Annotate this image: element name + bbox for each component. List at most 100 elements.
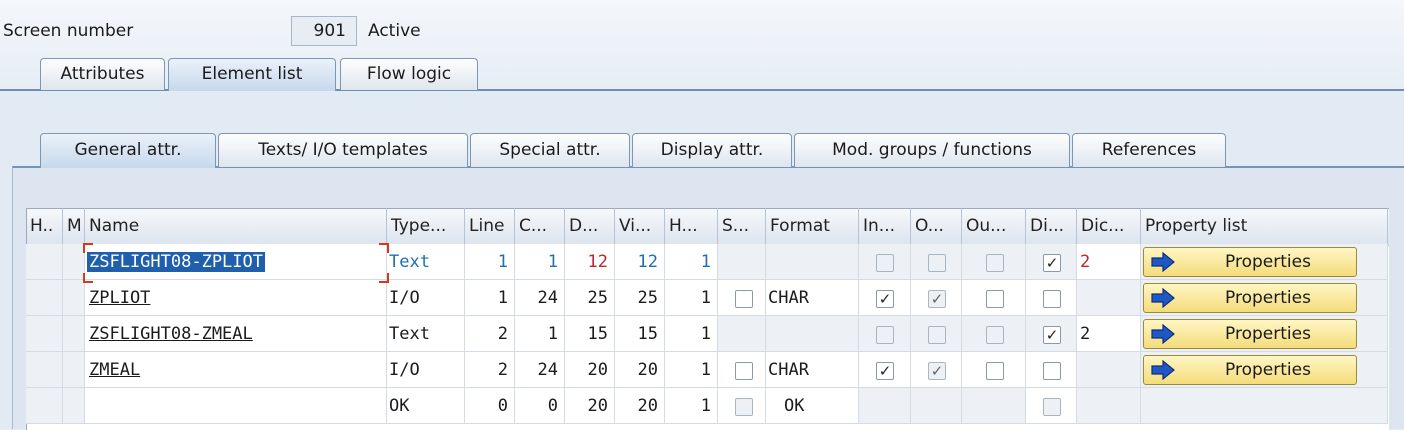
element-dict-modified[interactable]: 2 — [1077, 316, 1141, 352]
element-format: CHAR — [766, 352, 859, 388]
tab-display-attr[interactable]: Display attr. — [632, 133, 792, 167]
col-header-format[interactable]: Format — [766, 208, 859, 244]
element-column: 1 — [515, 316, 565, 352]
element-vis-length[interactable]: 15 — [615, 316, 665, 352]
properties-button[interactable]: Properties — [1143, 247, 1357, 277]
element-name[interactable]: ZSFLIGHT08-ZMEAL — [85, 316, 387, 352]
element-height[interactable]: 1 — [665, 316, 718, 352]
col-header-vis-length[interactable]: Vi... — [615, 208, 665, 244]
col-header-m[interactable]: M — [63, 208, 85, 244]
right-arrow-icon — [1151, 287, 1175, 309]
element-name[interactable]: ZMEAL — [85, 352, 387, 388]
element-dict-modified — [1077, 388, 1141, 424]
element-height[interactable]: 1 — [665, 280, 718, 316]
element-def-length[interactable]: 25 — [565, 280, 615, 316]
col-header-output-only[interactable]: Ou... — [962, 208, 1026, 244]
dict-ref-checkbox[interactable]: ✓ — [1043, 326, 1061, 344]
selection-marker — [83, 243, 389, 283]
properties-button[interactable]: Properties — [1143, 355, 1357, 385]
col-header-line[interactable]: Line — [465, 208, 515, 244]
element-format — [766, 244, 859, 280]
tab-special-attr[interactable]: Special attr. — [470, 133, 630, 167]
col-header-input[interactable]: In... — [859, 208, 911, 244]
col-header-h[interactable]: H.. — [26, 208, 63, 244]
element-type: OK — [387, 388, 465, 424]
tab-attributes[interactable]: Attributes — [40, 58, 165, 90]
output-checkbox[interactable]: ✓ — [928, 290, 946, 308]
element-vis-length[interactable]: 25 — [615, 280, 665, 316]
col-header-property-list[interactable]: Property list — [1141, 208, 1388, 244]
element-column: 24 — [515, 280, 565, 316]
dict-ref-checkbox[interactable] — [1043, 290, 1061, 308]
output-only-checkbox[interactable] — [986, 254, 1004, 272]
output-checkbox[interactable] — [928, 254, 946, 272]
element-format: CHAR — [766, 280, 859, 316]
element-def-length[interactable]: 15 — [565, 316, 615, 352]
output-only-checkbox[interactable] — [986, 362, 1004, 380]
dict-ref-checkbox[interactable] — [1043, 362, 1061, 380]
scroll-checkbox[interactable] — [735, 362, 753, 380]
element-type: I/O — [387, 352, 465, 388]
col-header-type[interactable]: Type... — [387, 208, 465, 244]
right-arrow-icon — [1151, 359, 1175, 381]
properties-button-label: Properties — [1225, 252, 1311, 272]
element-height[interactable]: 1 — [665, 388, 718, 424]
element-vis-length[interactable]: 12 — [615, 244, 665, 280]
dict-ref-checkbox[interactable] — [1043, 398, 1061, 416]
element-vis-length[interactable]: 20 — [615, 388, 665, 424]
col-header-dict-ref[interactable]: Di... — [1026, 208, 1077, 244]
scroll-checkbox[interactable] — [735, 290, 753, 308]
col-header-output[interactable]: O... — [911, 208, 962, 244]
element-height[interactable]: 1 — [665, 352, 718, 388]
tab-flow-logic[interactable]: Flow logic — [340, 58, 478, 90]
col-header-height[interactable]: H... — [665, 208, 718, 244]
right-arrow-icon — [1151, 323, 1175, 345]
properties-button-label: Properties — [1225, 324, 1311, 344]
tab-references[interactable]: References — [1072, 133, 1226, 167]
element-def-length[interactable]: 12 — [565, 244, 615, 280]
properties-button-label: Properties — [1225, 360, 1311, 380]
element-name[interactable]: ZPLIOT — [85, 280, 387, 316]
element-def-length[interactable]: 20 — [565, 352, 615, 388]
dict-ref-checkbox[interactable]: ✓ — [1043, 254, 1061, 272]
scroll-checkbox[interactable] — [735, 398, 753, 416]
input-checkbox[interactable]: ✓ — [876, 362, 894, 380]
element-line: 1 — [465, 280, 515, 316]
element-type: Text — [387, 316, 465, 352]
element-line: 2 — [465, 316, 515, 352]
output-checkbox[interactable]: ✓ — [928, 362, 946, 380]
output-checkbox[interactable] — [928, 326, 946, 344]
element-line: 0 — [465, 388, 515, 424]
col-header-column[interactable]: C... — [515, 208, 565, 244]
tab-general-attr[interactable]: General attr. — [40, 133, 216, 168]
screen-status-text: Active — [368, 21, 421, 41]
col-header-dict-modified[interactable]: Dic... — [1077, 208, 1141, 244]
element-dict-modified[interactable]: 2 — [1077, 244, 1141, 280]
col-header-name[interactable]: Name — [85, 208, 387, 244]
tab-element-list[interactable]: Element list — [168, 58, 336, 91]
col-header-scroll[interactable]: S... — [718, 208, 766, 244]
tab-mod-groups-functions[interactable]: Mod. groups / functions — [794, 133, 1070, 167]
screen-number-label: Screen number — [3, 21, 134, 41]
input-checkbox[interactable]: ✓ — [876, 290, 894, 308]
output-only-checkbox[interactable] — [986, 290, 1004, 308]
input-checkbox[interactable] — [876, 254, 894, 272]
element-format — [766, 316, 859, 352]
element-format: OK — [766, 388, 859, 424]
tab-texts-io-templates[interactable]: Texts/ I/O templates — [218, 133, 468, 167]
element-def-length[interactable]: 20 — [565, 388, 615, 424]
col-header-def-length[interactable]: D... — [565, 208, 615, 244]
input-checkbox[interactable] — [876, 326, 894, 344]
element-vis-length[interactable]: 20 — [615, 352, 665, 388]
properties-button[interactable]: Properties — [1143, 283, 1357, 313]
element-line: 2 — [465, 352, 515, 388]
element-height[interactable]: 1 — [665, 244, 718, 280]
properties-button-label: Properties — [1225, 288, 1311, 308]
screen-number-field: 901 — [291, 16, 357, 46]
right-arrow-icon — [1151, 251, 1175, 273]
element-name[interactable] — [85, 388, 387, 424]
element-type: I/O — [387, 280, 465, 316]
element-type: Text — [387, 244, 465, 280]
properties-button[interactable]: Properties — [1143, 319, 1357, 349]
output-only-checkbox[interactable] — [986, 326, 1004, 344]
